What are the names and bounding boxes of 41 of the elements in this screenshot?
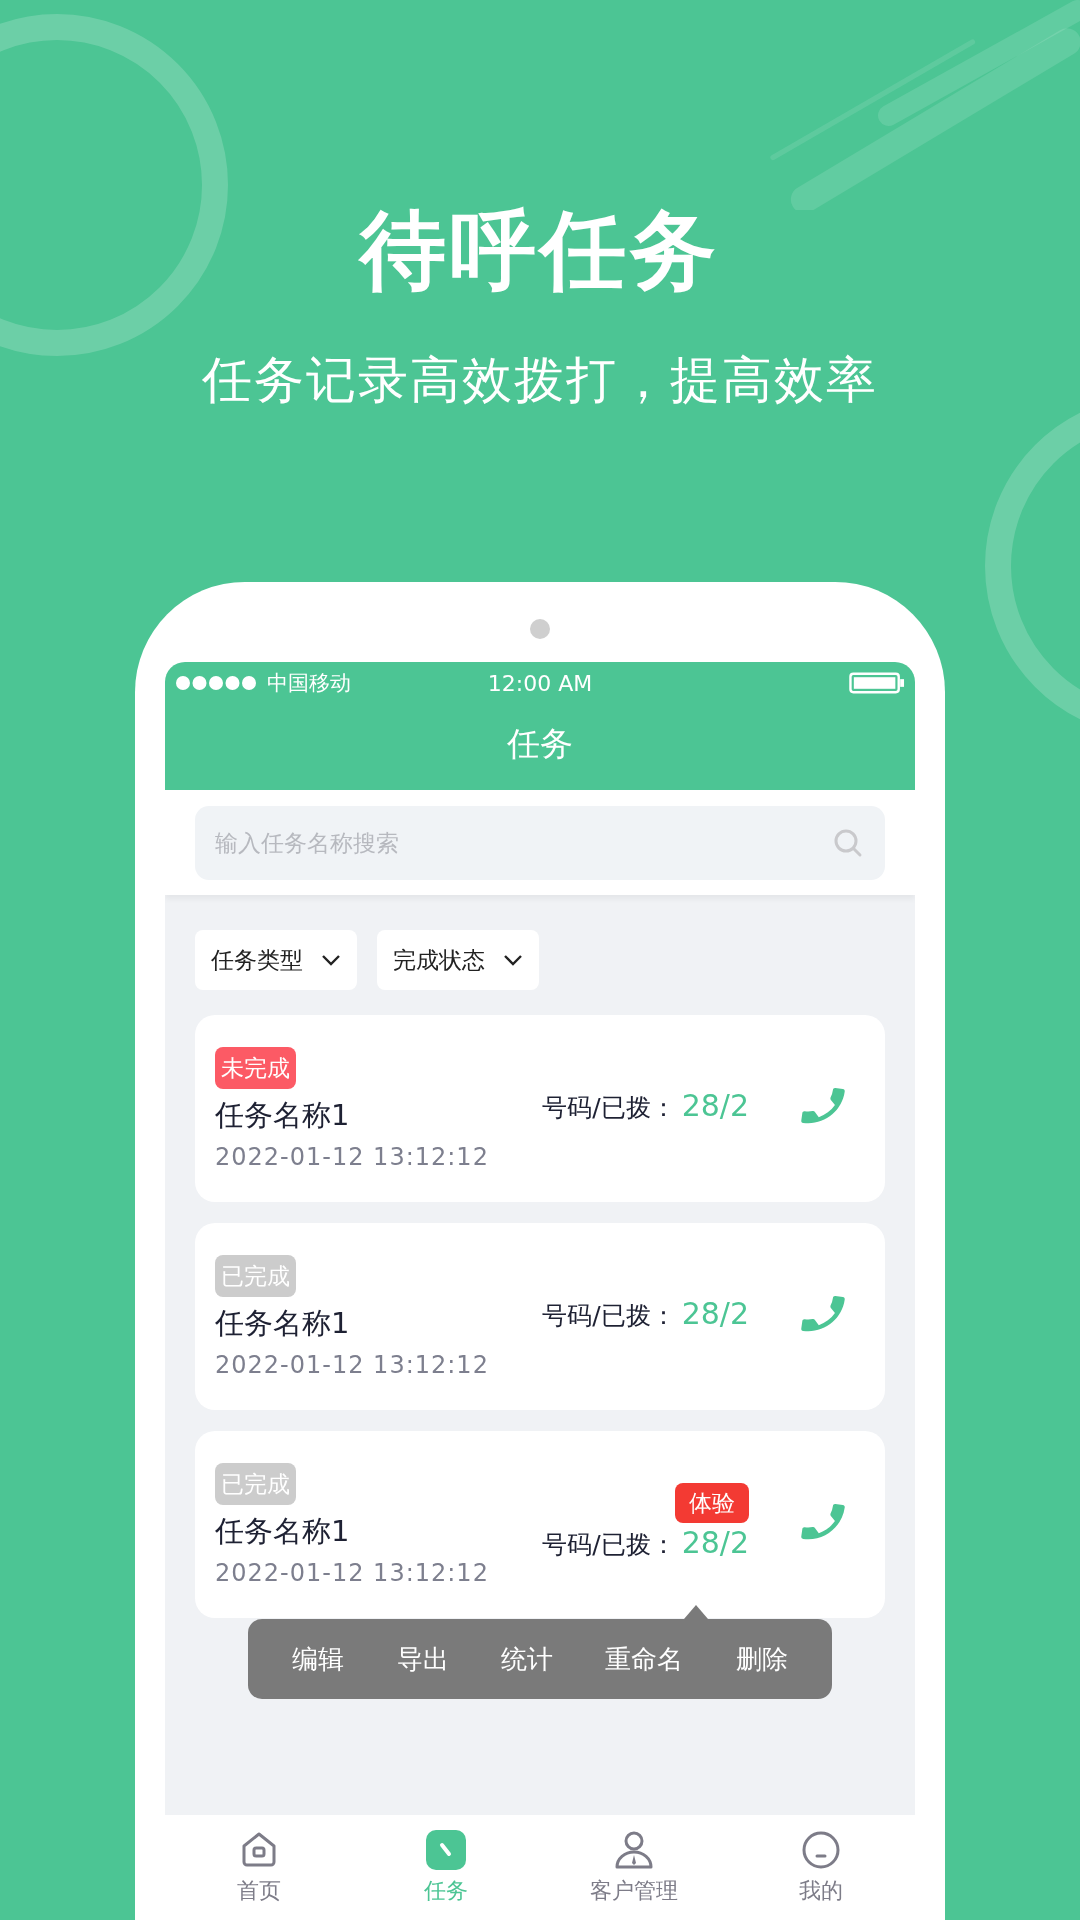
menu-item[interactable]: 删除 <box>727 1635 796 1683</box>
caret-icon <box>503 954 523 966</box>
count-label: 号码/已拨： <box>542 1299 676 1332</box>
count-label: 号码/已拨： <box>542 1528 676 1561</box>
hero-title: 待呼任务 <box>357 200 721 300</box>
signal-icon <box>175 675 257 691</box>
count-value: 28/2 <box>681 1087 749 1123</box>
filter-dropdown[interactable]: 任务类型 <box>195 930 357 990</box>
menu-item[interactable]: 重命名 <box>597 1635 692 1683</box>
count-value: 28/2 <box>681 1295 749 1331</box>
tab-item[interactable]: 首页 <box>178 1829 339 1906</box>
task-date: 2022-01-12 13:12:12 <box>215 1142 489 1171</box>
trial-badge: 体验 <box>675 1482 749 1523</box>
count-label: 号码/已拨： <box>542 1091 676 1124</box>
task-icon <box>426 1829 467 1870</box>
person-icon <box>613 1829 654 1870</box>
battery-icon <box>849 672 905 694</box>
menu-item[interactable]: 统计 <box>492 1635 561 1683</box>
caret-icon <box>321 954 341 966</box>
status-time: 12:00 AM <box>487 670 593 696</box>
filter-dropdown[interactable]: 完成状态 <box>377 930 539 990</box>
task-date: 2022-01-12 13:12:12 <box>215 1558 489 1587</box>
menu-item[interactable]: 编辑 <box>284 1635 353 1683</box>
task-name: 任务名称1 <box>215 1512 350 1550</box>
search-icon[interactable] <box>833 828 863 858</box>
status-tag: 未完成 <box>215 1046 296 1089</box>
hero-subtitle: 任务记录高效拨打，提高效率 <box>201 350 879 410</box>
menu-item[interactable]: 导出 <box>388 1635 457 1683</box>
tab-item[interactable]: 客户管理 <box>553 1829 714 1906</box>
tab-item[interactable]: 任务 <box>366 1829 527 1906</box>
count-value: 28/2 <box>681 1524 749 1560</box>
page-title: 任务 <box>506 724 574 764</box>
search-field[interactable]: 输入任务名称搜索 <box>195 806 885 880</box>
tab-item[interactable]: 我的 <box>741 1829 902 1906</box>
camera-icon <box>530 619 550 639</box>
task-name: 任务名称1 <box>215 1304 350 1342</box>
task-name: 任务名称1 <box>215 1096 350 1134</box>
task-date: 2022-01-12 13:12:12 <box>215 1350 489 1379</box>
face-icon <box>801 1829 842 1870</box>
carrier-name: 中国移动 <box>267 670 351 697</box>
task-card[interactable]: 未完成 任务名称1 2022-01-12 13:12:12 号码/已拨： 28/2 <box>195 1015 885 1202</box>
